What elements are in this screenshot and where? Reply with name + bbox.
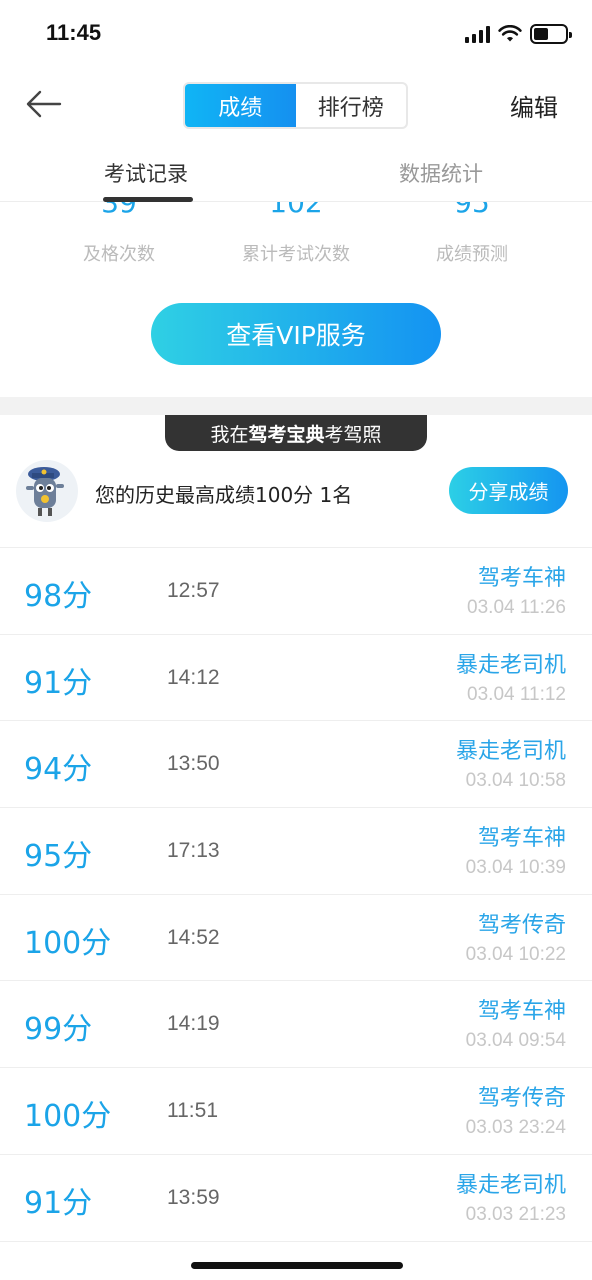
status-bar: 11:45 xyxy=(0,0,592,70)
tab-exam-records[interactable]: 考试记录 xyxy=(104,158,188,188)
section-divider xyxy=(0,397,592,415)
tab-bar: 考试记录 数据统计 xyxy=(0,140,592,202)
share-score-button[interactable]: 分享成绩 xyxy=(449,467,568,514)
record-date: 03.04 10:39 xyxy=(465,857,566,879)
record-duration: 14:12 xyxy=(167,665,220,689)
status-time: 11:45 xyxy=(46,20,102,45)
banner-suffix: 考驾照 xyxy=(324,423,382,446)
record-date: 03.04 10:58 xyxy=(465,770,566,792)
traffic-light-mascot-icon xyxy=(26,467,64,516)
brand-banner: 我在 驾考宝典 考驾照 xyxy=(165,415,427,451)
wifi-icon xyxy=(498,25,522,42)
stat-value: 95 xyxy=(454,202,490,219)
record-rank: 驾考车神 xyxy=(477,566,566,591)
record-row[interactable]: 99分 14:19 驾考车神 03.04 09:54 xyxy=(0,981,592,1069)
record-rank: 驾考车神 xyxy=(477,999,566,1025)
record-row[interactable]: 98分 12:57 驾考车神 03.04 11:26 xyxy=(0,548,592,635)
record-row[interactable]: 100分 14:52 驾考传奇 03.04 10:22 xyxy=(0,895,592,982)
stat-label: 累计考试次数 xyxy=(242,244,350,265)
record-score: 91分 xyxy=(24,665,93,701)
record-row[interactable]: 94分 13:50 暴走老司机 03.04 10:58 xyxy=(0,721,592,809)
record-duration: 13:50 xyxy=(167,752,220,776)
record-date: 03.04 11:26 xyxy=(467,597,566,618)
record-rank: 暴走老司机 xyxy=(455,739,566,765)
tab-data-stats[interactable]: 数据统计 xyxy=(399,158,483,188)
record-score: 91分 xyxy=(24,1185,93,1221)
record-row[interactable]: 95分 17:13 驾考车神 03.04 10:39 xyxy=(0,808,592,895)
home-indicator xyxy=(191,1262,403,1269)
record-duration: 14:52 xyxy=(167,925,220,949)
record-rank: 驾考传奇 xyxy=(477,912,566,938)
record-row[interactable]: 91分 14:12 暴走老司机 03.04 11:12 xyxy=(0,635,592,722)
back-arrow-icon[interactable] xyxy=(24,88,64,120)
segmented-control: 成绩 排行榜 xyxy=(183,82,408,129)
record-duration: 13:59 xyxy=(167,1185,220,1209)
edit-button[interactable]: 编辑 xyxy=(510,88,558,123)
record-rank: 驾考传奇 xyxy=(477,1086,566,1112)
best-score-text: 您的历史最高成绩100分 1名 xyxy=(95,483,353,507)
record-date: 03.04 09:54 xyxy=(465,1030,566,1052)
record-row[interactable]: 100分 11:51 驾考传奇 03.03 23:24 xyxy=(0,1068,592,1155)
record-date: 03.03 21:23 xyxy=(465,1203,566,1225)
stat-value: 39 xyxy=(101,202,137,219)
record-score: 98分 xyxy=(24,579,93,614)
stat-label: 成绩预测 xyxy=(436,244,508,265)
record-score: 100分 xyxy=(24,1099,112,1135)
record-duration: 14:19 xyxy=(167,1012,220,1036)
record-score: 100分 xyxy=(24,925,112,961)
record-rank: 暴走老司机 xyxy=(455,652,566,678)
segment-ranking[interactable]: 排行榜 xyxy=(296,84,407,127)
status-icons xyxy=(465,24,572,44)
record-duration: 17:13 xyxy=(167,839,220,863)
battery-icon xyxy=(530,24,572,44)
record-score: 99分 xyxy=(24,1012,93,1048)
signal-icon xyxy=(465,25,490,43)
best-score-card: 我在 驾考宝典 考驾照 您的历史最高成绩100分 1名 分享成绩 xyxy=(0,415,592,548)
vip-service-button[interactable]: 查看VIP服务 xyxy=(151,303,441,365)
stat-label: 及格次数 xyxy=(83,244,155,265)
stat-value: 102 xyxy=(269,202,323,219)
banner-brand: 驾考宝典 xyxy=(248,423,325,446)
record-score: 94分 xyxy=(24,752,93,788)
banner-prefix: 我在 xyxy=(210,423,249,446)
mascot-avatar xyxy=(16,460,78,522)
record-date: 03.04 11:12 xyxy=(467,683,566,705)
segment-score[interactable]: 成绩 xyxy=(185,84,296,127)
record-rank: 驾考车神 xyxy=(477,826,566,852)
stats-panel: 39 及格次数 102 累计考试次数 95 成绩预测 查看VIP服务 xyxy=(0,202,592,397)
nav-bar: 成绩 排行榜 编辑 xyxy=(0,70,592,140)
record-date: 03.04 10:22 xyxy=(465,943,566,965)
record-duration: 11:51 xyxy=(167,1099,218,1123)
exam-record-list: 98分 12:57 驾考车神 03.04 11:26 91分 14:12 暴走老… xyxy=(0,548,592,1242)
record-score: 95分 xyxy=(24,839,93,875)
record-date: 03.03 23:24 xyxy=(465,1117,566,1139)
record-row[interactable]: 91分 13:59 暴走老司机 03.03 21:23 xyxy=(0,1155,592,1242)
record-rank: 暴走老司机 xyxy=(455,1172,566,1198)
record-duration: 12:57 xyxy=(167,579,220,602)
